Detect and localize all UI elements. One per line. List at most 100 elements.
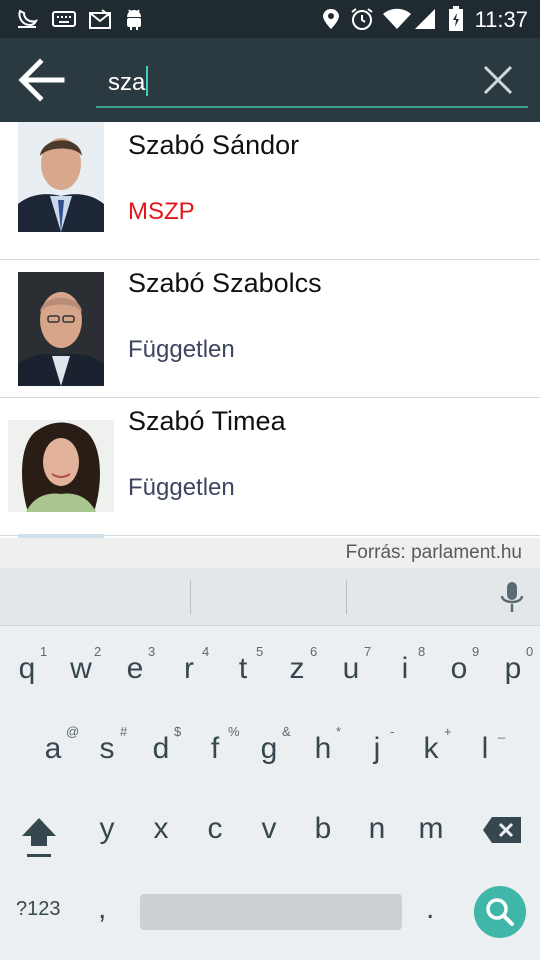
list-item[interactable]: Szabó Sándor MSZP (0, 122, 540, 260)
symbols-key[interactable]: ?123 (16, 898, 61, 921)
key-x[interactable]: x (134, 812, 188, 846)
close-icon (483, 65, 513, 95)
key-k[interactable]: k + (404, 724, 458, 766)
key-p[interactable]: p0 (486, 644, 540, 686)
key-b[interactable]: b (296, 812, 350, 846)
key-letter: e (126, 652, 144, 685)
key-z[interactable]: z6 (270, 644, 324, 686)
key-alt-char: 9 (472, 644, 480, 659)
key-letter: u (342, 652, 360, 685)
shift-key[interactable] (18, 814, 60, 860)
key-letter: k (423, 732, 439, 765)
key-letter: g (260, 732, 278, 765)
key-l[interactable]: l _ (458, 724, 512, 766)
key-m[interactable]: m (404, 812, 458, 846)
key-alt-char: 1 (40, 644, 48, 659)
search-input[interactable]: sza (108, 66, 149, 97)
member-name: Szabó Szabolcs (128, 268, 322, 298)
member-photo (8, 420, 114, 512)
key-letter: n (368, 812, 386, 845)
party-label: Független (128, 336, 235, 363)
key-n[interactable]: n (350, 812, 404, 846)
key-o[interactable]: o9 (432, 644, 486, 686)
comma-key[interactable]: , (98, 892, 106, 926)
key-c[interactable]: c (188, 812, 242, 846)
key-alt-char: @ (66, 724, 80, 739)
key-j[interactable]: j- (350, 724, 404, 766)
suggestion-divider (346, 580, 347, 614)
search-toolbar: sza (0, 38, 540, 122)
key-w[interactable]: w2 (54, 644, 108, 686)
list-item[interactable]: Szabó Timea Független (0, 398, 540, 536)
key-letter: l (481, 732, 489, 765)
key-h[interactable]: h * (296, 724, 350, 766)
back-button[interactable] (14, 54, 70, 106)
status-bar: 11:37 (0, 0, 540, 38)
key-letter: j (373, 732, 381, 765)
backspace-icon (483, 817, 521, 843)
soft-keyboard: ?123 , . q 1 w 2 e 3 r 4 t 5 z 6 u 7 i 8 o 9 p 0 a @ s # d $ f% g & h… (0, 568, 540, 960)
key-f[interactable]: f% (188, 724, 242, 766)
key-letter: p (504, 652, 522, 685)
key-e[interactable]: e3 (108, 644, 162, 686)
key-letter: a (44, 732, 62, 765)
key-alt-char: 6 (310, 644, 318, 659)
text-cursor (146, 66, 149, 96)
key-letter: i (401, 652, 409, 685)
key-letter: x (153, 812, 169, 845)
key-v[interactable]: v (242, 812, 296, 846)
member-name: Szabó Timea (128, 406, 286, 436)
key-letter: o (450, 652, 468, 685)
member-name: Szabó Sándor (128, 130, 300, 160)
key-alt-char: & (282, 724, 291, 739)
key-alt-char: 2 (94, 644, 102, 659)
alarm-icon (351, 8, 373, 30)
shift-arrow-icon (22, 818, 56, 857)
key-q[interactable]: q1 (0, 644, 54, 686)
key-alt-char: * (336, 724, 342, 739)
key-a[interactable]: a @ (26, 724, 80, 766)
key-letter: h (314, 732, 332, 765)
key-i[interactable]: i8 (378, 644, 432, 686)
party-label: Független (128, 474, 235, 501)
key-alt-char: _ (498, 724, 506, 739)
period-key[interactable]: . (426, 892, 434, 926)
key-letter: q (18, 652, 36, 685)
list-item[interactable]: Szabó Szabolcs Független (0, 260, 540, 398)
key-letter: f (210, 732, 220, 765)
key-r[interactable]: r4 (162, 644, 216, 686)
key-y[interactable]: y (80, 812, 134, 846)
key-alt-char: 4 (202, 644, 210, 659)
search-action-key[interactable] (474, 886, 526, 938)
key-s[interactable]: s # (80, 724, 134, 766)
space-bar[interactable] (140, 894, 402, 930)
key-alt-char: 3 (148, 644, 156, 659)
key-t[interactable]: t5 (216, 644, 270, 686)
location-icon (323, 9, 339, 29)
key-u[interactable]: u7 (324, 644, 378, 686)
key-letter: z (289, 652, 305, 685)
key-alt-char: $ (174, 724, 182, 739)
backspace-key[interactable] (482, 816, 522, 844)
search-field[interactable]: sza (96, 60, 528, 108)
key-letter: m (418, 812, 444, 845)
key-letter: t (238, 652, 248, 685)
key-alt-char: % (228, 724, 240, 739)
arrow-back-icon (18, 58, 65, 102)
results-list: Szabó Sándor MSZP Szabó Szabolcs Függetl… (0, 122, 540, 540)
key-alt-char: # (120, 724, 128, 739)
suggestion-strip (0, 568, 540, 626)
key-letter: w (70, 652, 92, 685)
key-d[interactable]: d $ (134, 724, 188, 766)
voice-input-button[interactable] (498, 580, 526, 614)
member-photo (18, 272, 104, 386)
android-icon (127, 9, 141, 30)
mail-photo-icon (89, 9, 111, 29)
moon-sleep-icon (18, 9, 38, 28)
key-letter: c (207, 812, 223, 845)
microphone-icon (500, 582, 524, 612)
key-g[interactable]: g & (242, 724, 296, 766)
key-alt-char: 8 (418, 644, 426, 659)
clear-search-button[interactable] (482, 64, 514, 96)
battery-icon (449, 6, 463, 31)
